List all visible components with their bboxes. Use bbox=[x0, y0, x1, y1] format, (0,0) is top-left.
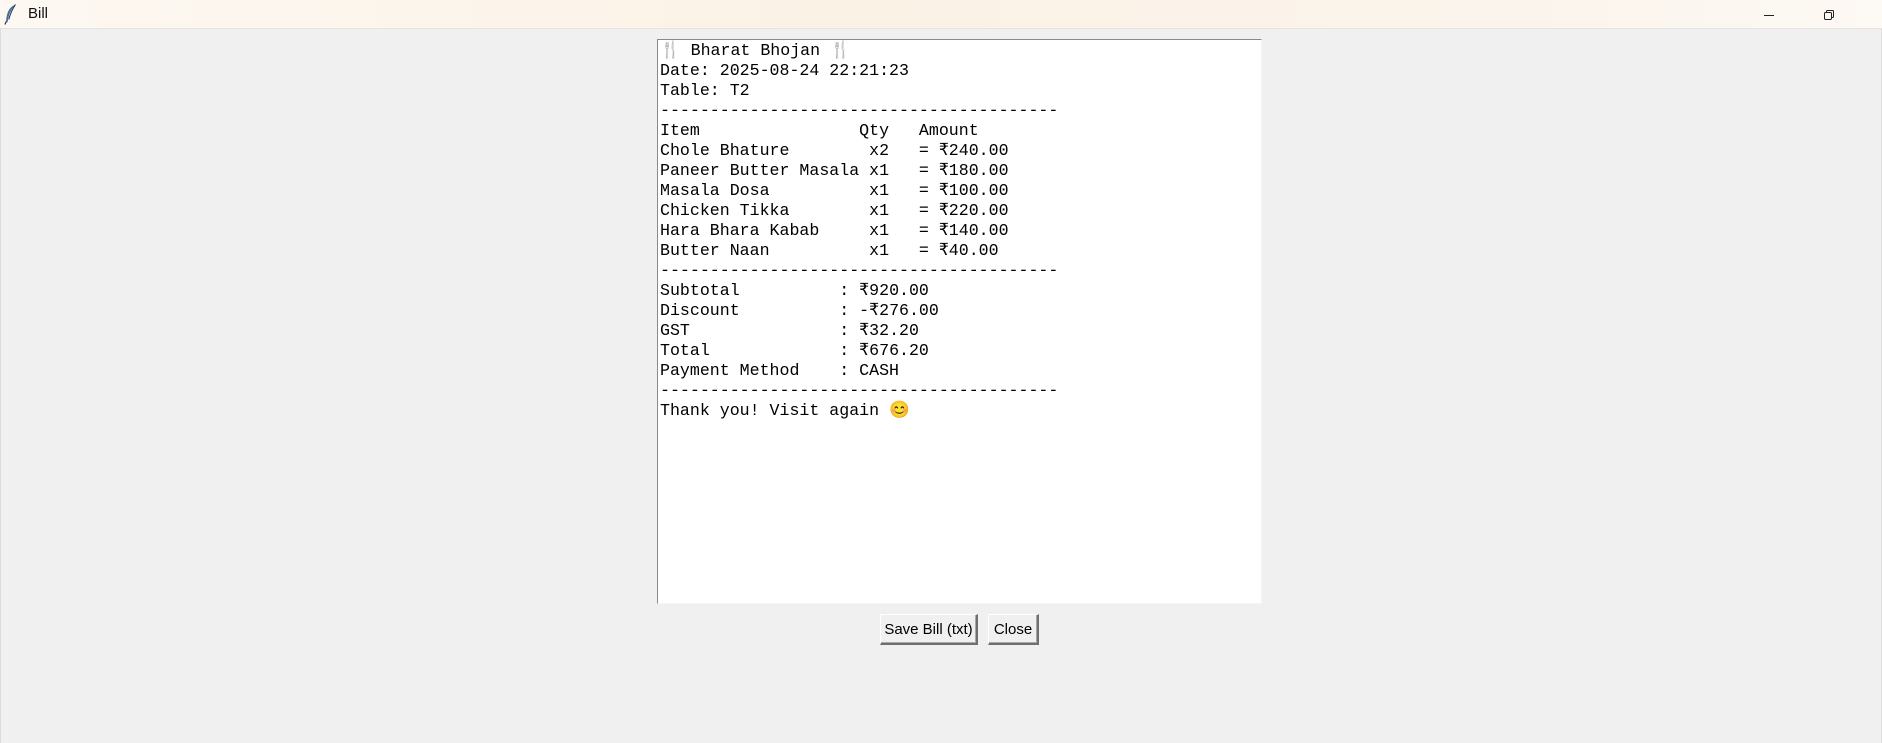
bill-header: 🍴 Bharat Bhojan 🍴 bbox=[660, 41, 851, 60]
bill-item: Hara Bhara Kabab x1 = ₹140.00 bbox=[660, 221, 1009, 240]
bill-total: Total : ₹676.20 bbox=[660, 341, 929, 360]
restore-button[interactable] bbox=[1806, 0, 1852, 29]
bill-date: Date: 2025-08-24 22:21:23 bbox=[660, 61, 909, 80]
close-button[interactable]: Close bbox=[988, 614, 1039, 645]
bill-payment-method: Payment Method : CASH bbox=[660, 361, 899, 380]
minimize-button[interactable] bbox=[1746, 0, 1792, 29]
bill-discount: Discount : -₹276.00 bbox=[660, 301, 939, 320]
restore-icon bbox=[1824, 9, 1834, 20]
minimize-icon bbox=[1764, 14, 1774, 16]
bill-separator: ---------------------------------------- bbox=[660, 261, 1059, 280]
bill-subtotal: Subtotal : ₹920.00 bbox=[660, 281, 929, 300]
window-title: Bill bbox=[28, 5, 49, 22]
feather-icon bbox=[3, 3, 19, 25]
bill-separator: ---------------------------------------- bbox=[660, 101, 1059, 120]
bill-table: Table: T2 bbox=[660, 81, 750, 100]
bill-separator: ---------------------------------------- bbox=[660, 381, 1059, 400]
bill-text-area[interactable]: 🍴 Bharat Bhojan 🍴 Date: 2025-08-24 22:21:… bbox=[657, 39, 1262, 604]
bill-gst: GST : ₹32.20 bbox=[660, 321, 919, 340]
bill-columns-header: Item Qty Amount bbox=[660, 121, 979, 140]
bill-footer: Thank you! Visit again 😊 bbox=[660, 401, 910, 420]
bill-item: Masala Dosa x1 = ₹100.00 bbox=[660, 181, 1009, 200]
bill-item: Butter Naan x1 = ₹40.00 bbox=[660, 241, 999, 260]
bill-item: Chole Bhature x2 = ₹240.00 bbox=[660, 141, 1009, 160]
bill-item: Paneer Butter Masala x1 = ₹180.00 bbox=[660, 161, 1009, 180]
save-bill-button[interactable]: Save Bill (txt) bbox=[880, 614, 978, 645]
window-titlebar[interactable]: Bill bbox=[0, 0, 1882, 29]
bill-item: Chicken Tikka x1 = ₹220.00 bbox=[660, 201, 1009, 220]
